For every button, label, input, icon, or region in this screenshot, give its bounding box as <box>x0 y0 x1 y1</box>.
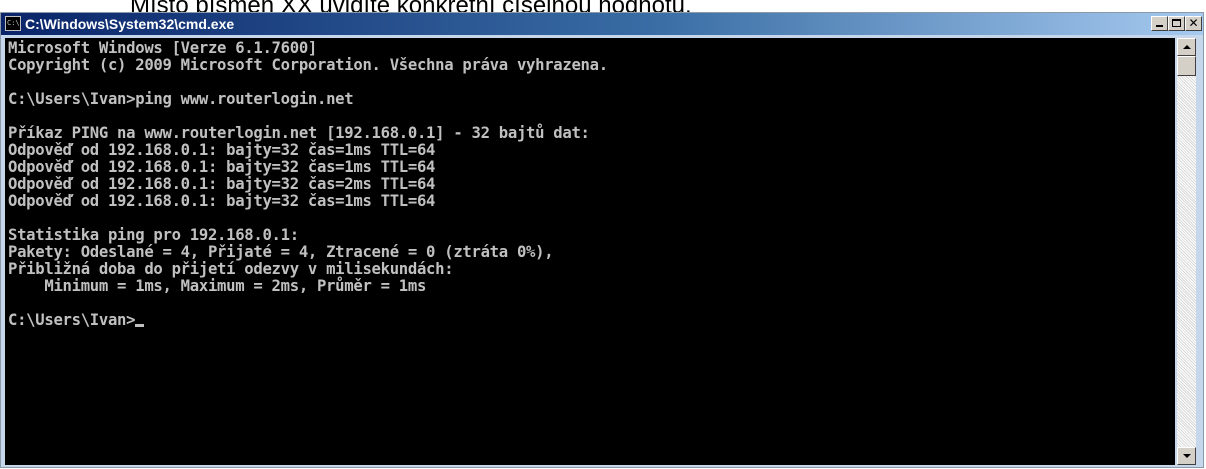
minimize-icon <box>1156 25 1163 27</box>
text-cursor <box>135 324 145 327</box>
document-text-partial: Místo písmen XX uvidíte konkrétní číseln… <box>130 0 692 12</box>
close-button[interactable]: ✕ <box>1185 16 1202 31</box>
close-icon: ✕ <box>1188 16 1199 30</box>
console-output[interactable]: Microsoft Windows [Verze 6.1.7600] Copyr… <box>5 38 1175 465</box>
window-title: C:\Windows\System32\cmd.exe <box>25 16 235 32</box>
vertical-scrollbar[interactable] <box>1177 38 1196 465</box>
cmd-window: C:\ C:\Windows\System32\cmd.exe ✕ Micros… <box>0 12 1204 468</box>
console-line: Minimum = 1ms, Maximum = 2ms, Průměr = 1… <box>8 277 427 295</box>
console-line: Pakety: Odeslané = 4, Přijaté = 4, Ztrac… <box>8 243 554 261</box>
console-lines: Microsoft Windows [Verze 6.1.7600] Copyr… <box>5 40 608 329</box>
command-prompt-line[interactable]: C:\Users\Ivan> <box>5 312 608 329</box>
console-app-icon[interactable]: C:\ <box>5 16 21 31</box>
console-line: Odpověď od 192.168.0.1: bajty=32 čas=1ms… <box>8 158 436 176</box>
console-line: Microsoft Windows [Verze 6.1.7600] <box>8 39 318 57</box>
maximize-icon <box>1172 19 1181 27</box>
scroll-down-button[interactable] <box>1177 447 1196 465</box>
console-line: Odpověď od 192.168.0.1: bajty=32 čas=2ms… <box>8 175 436 193</box>
console-line: Statistika ping pro 192.168.0.1: <box>8 226 299 244</box>
console-line: Copyright (c) 2009 Microsoft Corporation… <box>8 56 608 74</box>
console-line: Přibližná doba do přijetí odezvy v milis… <box>8 260 454 278</box>
scrollbar-thumb[interactable] <box>1177 56 1196 76</box>
command-prompt: C:\Users\Ivan> <box>8 311 136 329</box>
console-line: Odpověď od 192.168.0.1: bajty=32 čas=1ms… <box>8 192 436 210</box>
console-line: C:\Users\Ivan>ping www.routerlogin.net <box>8 90 354 108</box>
minimize-button[interactable] <box>1151 16 1168 31</box>
console-line: Odpověď od 192.168.0.1: bajty=32 čas=1ms… <box>8 141 436 159</box>
console-line: Příkaz PING na www.routerlogin.net [192.… <box>8 124 590 142</box>
maximize-button[interactable] <box>1168 16 1185 31</box>
arrow-up-icon <box>1183 45 1191 49</box>
scroll-up-button[interactable] <box>1177 38 1196 56</box>
title-bar[interactable]: C:\ C:\Windows\System32\cmd.exe ✕ <box>1 13 1203 35</box>
page: Místo písmen XX uvidíte konkrétní číseln… <box>0 0 1206 469</box>
arrow-down-icon <box>1183 454 1191 458</box>
